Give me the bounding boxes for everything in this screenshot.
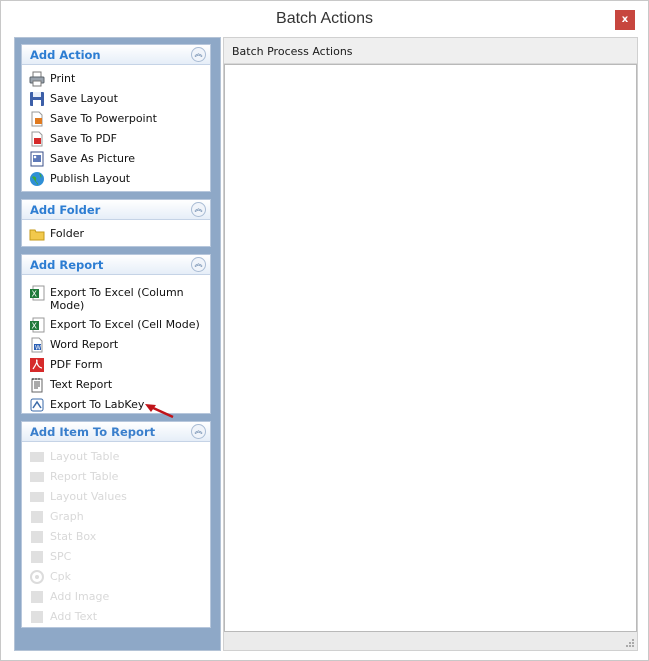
excel-icon: X (29, 285, 45, 301)
svg-text:W: W (35, 344, 41, 351)
action-palette: Add Action ︽ Print Save Layout Save To P… (14, 37, 221, 651)
action-text-report[interactable]: Text Report (29, 377, 112, 393)
window-title: Batch Actions (276, 10, 373, 27)
table-icon (29, 449, 45, 465)
item-label: Word Report (50, 338, 119, 351)
action-publish-layout[interactable]: Publish Layout (29, 171, 130, 187)
svg-text:X: X (32, 290, 38, 299)
text-report-icon (29, 377, 45, 393)
graph-icon (29, 509, 45, 525)
action-export-to-labkey[interactable]: Export To LabKey (29, 397, 144, 413)
action-layout-table: Layout Table (29, 449, 119, 465)
picture-file-icon (29, 151, 45, 167)
batch-process-panel: Batch Process Actions (223, 37, 638, 651)
item-label: PDF Form (50, 358, 103, 371)
item-label: Cpk (50, 570, 72, 583)
excel-icon: X (29, 317, 45, 333)
action-graph: Graph (29, 509, 84, 525)
group-title: Add Report (30, 258, 104, 272)
table-icon (29, 489, 45, 505)
item-label: Add Image (50, 590, 110, 603)
group-header-add-action[interactable]: Add Action ︽ (22, 45, 210, 65)
spc-icon (29, 549, 45, 565)
stat-box-icon (29, 529, 45, 545)
group-title: Add Action (30, 48, 101, 62)
gear-icon (29, 569, 45, 585)
item-label: Save Layout (50, 92, 118, 105)
item-label: Add Text (50, 610, 98, 623)
item-label: Layout Values (50, 490, 127, 503)
labkey-export-icon (29, 397, 45, 413)
action-layout-values: Layout Values (29, 489, 127, 505)
image-icon (29, 589, 45, 605)
printer-icon (29, 71, 45, 87)
group-header-add-folder[interactable]: Add Folder ︽ (22, 200, 210, 220)
group-add-item-to-report: Add Item To Report ︽ Layout Table Report… (21, 421, 211, 628)
panel-title: Batch Process Actions (232, 45, 353, 58)
globe-icon (29, 171, 45, 187)
item-label: Export To Excel (Cell Mode) (50, 318, 200, 331)
action-add-text: Add Text (29, 609, 97, 625)
action-stat-box: Stat Box (29, 529, 96, 545)
action-print[interactable]: Print (29, 71, 75, 87)
item-label: Save As Picture (50, 152, 136, 165)
item-label: Export To Excel (Column Mode) (50, 286, 184, 312)
resize-grip-icon[interactable] (625, 638, 635, 648)
action-save-layout[interactable]: Save Layout (29, 91, 118, 107)
action-save-to-powerpoint[interactable]: Save To Powerpoint (29, 111, 157, 127)
action-add-image: Add Image (29, 589, 109, 605)
word-icon: W (29, 337, 45, 353)
action-word-report[interactable]: W Word Report (29, 337, 118, 353)
table-icon (29, 469, 45, 485)
item-label: Text Report (50, 378, 113, 391)
action-save-as-picture[interactable]: Save As Picture (29, 151, 135, 167)
group-add-action: Add Action ︽ Print Save Layout Save To P… (21, 44, 211, 192)
floppy-disk-icon (29, 91, 45, 107)
powerpoint-file-icon (29, 111, 45, 127)
item-label: Save To Powerpoint (50, 112, 157, 125)
action-report-table: Report Table (29, 469, 118, 485)
action-folder[interactable]: Folder (29, 226, 84, 242)
group-title: Add Item To Report (30, 425, 156, 439)
action-cpk: Cpk (29, 569, 71, 585)
item-label: Graph (50, 510, 84, 523)
item-label: Folder (50, 227, 84, 240)
action-spc: SPC (29, 549, 71, 565)
pdf-file-icon (29, 131, 45, 147)
group-add-folder: Add Folder ︽ Folder (21, 199, 211, 247)
action-save-to-pdf[interactable]: Save To PDF (29, 131, 117, 147)
item-label: SPC (50, 550, 72, 563)
item-label: Report Table (50, 470, 119, 483)
item-label: Stat Box (50, 530, 97, 543)
item-label: Save To PDF (50, 132, 118, 145)
collapse-chevron-icon[interactable]: ︽ (191, 257, 206, 272)
title-bar[interactable]: Batch Actions x (1, 1, 648, 37)
group-header-add-item-to-report[interactable]: Add Item To Report ︽ (22, 422, 210, 442)
action-pdf-form[interactable]: PDF Form (29, 357, 103, 373)
group-add-report: Add Report ︽ X Export To Excel (Column Mo… (21, 254, 211, 414)
collapse-chevron-icon[interactable]: ︽ (191, 47, 206, 62)
action-export-excel-column[interactable]: X Export To Excel (Column Mode) (29, 285, 184, 312)
close-button[interactable]: x (615, 10, 635, 30)
annotation-arrow-icon (145, 404, 174, 419)
item-label: Export To LabKey (50, 398, 145, 411)
text-icon (29, 609, 45, 625)
panel-header: Batch Process Actions (224, 38, 637, 64)
item-label: Layout Table (50, 450, 120, 463)
batch-actions-window: Batch Actions x Add Action ︽ Print Save … (0, 0, 649, 661)
group-title: Add Folder (30, 203, 101, 217)
item-label: Publish Layout (50, 172, 131, 185)
batch-actions-list[interactable] (224, 64, 637, 632)
action-export-excel-cell[interactable]: X Export To Excel (Cell Mode) (29, 317, 200, 333)
folder-icon (29, 226, 45, 242)
group-header-add-report[interactable]: Add Report ︽ (22, 255, 210, 275)
svg-text:X: X (32, 322, 38, 331)
collapse-chevron-icon[interactable]: ︽ (191, 202, 206, 217)
collapse-chevron-icon[interactable]: ︽ (191, 424, 206, 439)
pdf-form-icon (29, 357, 45, 373)
item-label: Print (50, 72, 76, 85)
